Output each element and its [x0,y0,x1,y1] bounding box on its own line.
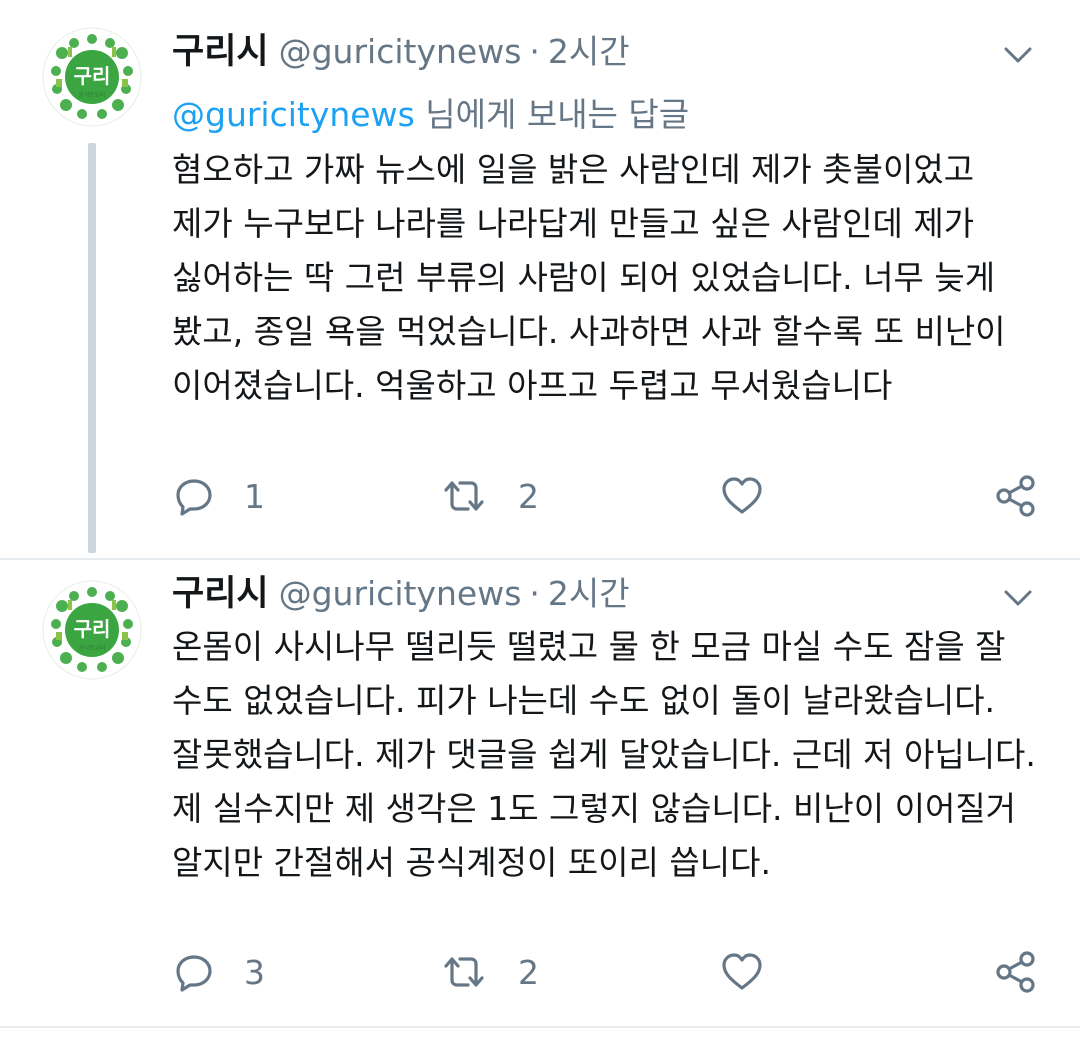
chevron-down-icon [1004,590,1032,606]
display-name[interactable]: 구리시 [172,32,269,72]
more-options-button[interactable] [998,35,1038,75]
separator-dot: · [529,32,540,71]
more-options-button[interactable] [998,578,1038,618]
heart-icon [722,477,762,514]
tweet[interactable]: 구리 공식트위터 구리시 @guricitynews · 2시간 @guricityn… [0,0,1080,560]
tweet-actions: 3 2 [172,944,1040,1000]
tweet[interactable]: 구리 공식트위터 구리시 @guricitynews · 2시간 온몸이 사시나무 떨… [0,560,1080,1030]
svg-text:구리: 구리 [74,617,111,641]
reply-to-mention-link[interactable]: @guricitynews [172,95,415,134]
share-icon [996,951,1035,993]
avatar[interactable]: 구리 공식트위터 [42,27,142,127]
tweet-text: 혐오하고 가짜 뉴스에 일을 밝은 사람인데 제가 촛불이었고 제가 누구보다 … [172,150,1017,405]
timestamp[interactable]: 2시간 [548,32,630,71]
svg-text:공식트위터: 공식트위터 [78,91,106,99]
svg-text:구리: 구리 [74,64,111,88]
tweet-text: 온몸이 사시나무 떨리듯 떨렸고 물 한 모금 마실 수도 잠을 잘 수도 없었… [172,627,1047,882]
tweet-actions: 1 2 [172,468,1040,524]
display-name[interactable]: 구리시 [172,574,269,614]
reply-count: 3 [244,952,265,992]
share-button[interactable] [994,944,1038,1000]
svg-text:공식트위터: 공식트위터 [78,644,106,652]
tweet-header: 구리시 @guricitynews · 2시간 [172,572,630,616]
like-button[interactable] [720,468,764,524]
user-handle[interactable]: @guricitynews [279,32,522,71]
separator-dot: · [529,574,540,613]
reply-icon [176,479,212,516]
retweet-count: 2 [518,476,539,516]
like-button[interactable] [720,944,764,1000]
replying-to: @guricitynews 님에게 보내는 답글 [172,93,689,137]
retweet-icon [444,481,484,511]
avatar[interactable]: 구리 공식트위터 [42,580,142,680]
share-icon [996,475,1035,517]
user-handle[interactable]: @guricitynews [279,574,522,613]
reply-count: 1 [244,476,265,516]
share-button[interactable] [994,468,1038,524]
reply-icon [176,955,212,992]
reply-button[interactable]: 1 [174,468,265,524]
retweet-icon [444,957,484,987]
retweet-count: 2 [518,952,539,992]
guri-logo-icon: 구리 공식트위터 [42,27,142,127]
retweet-button[interactable]: 2 [440,468,539,524]
timestamp[interactable]: 2시간 [548,574,630,613]
tweet-header: 구리시 @guricitynews · 2시간 [172,30,630,74]
retweet-button[interactable]: 2 [440,944,539,1000]
tweet-divider [0,1026,1080,1028]
guri-logo-icon: 구리 공식트위터 [42,580,142,680]
reply-button[interactable]: 3 [174,944,265,1000]
heart-icon [722,953,762,990]
reply-to-suffix: 님에게 보내는 답글 [414,95,690,134]
chevron-down-icon [1004,47,1032,63]
thread-line [88,143,96,553]
timeline: 구리 공식트위터 구리시 @guricitynews · 2시간 @guricityn… [0,0,1080,1064]
